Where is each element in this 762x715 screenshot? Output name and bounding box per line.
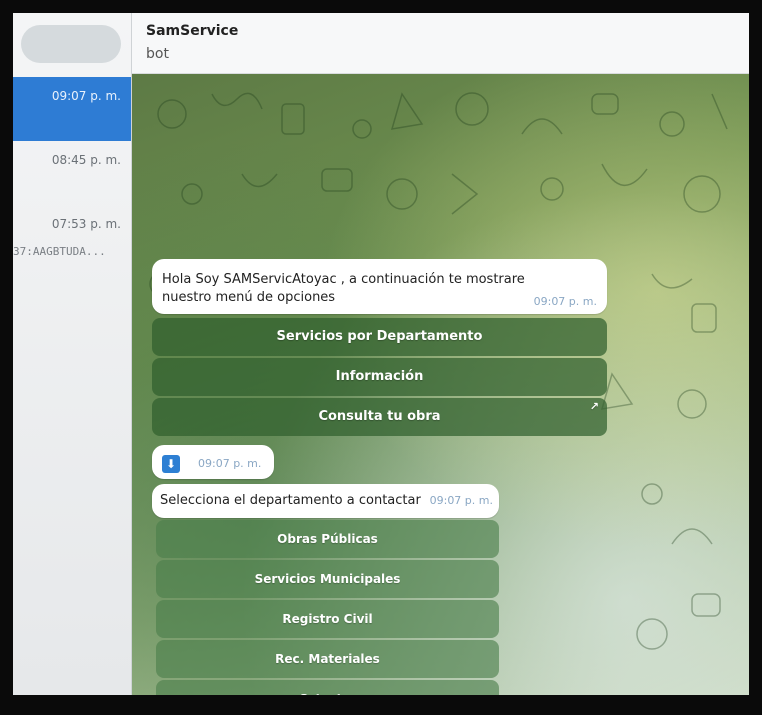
message-text: Selecciona el departamento a contactar bbox=[160, 493, 421, 508]
keyboard-button-servicios-municipales[interactable]: Servicios Municipales bbox=[156, 560, 499, 598]
telegram-window: 09:07 p. m. 08:45 p. m. 07:53 p. m. 37:A… bbox=[13, 13, 749, 695]
message-time: 09:07 p. m. bbox=[533, 295, 597, 308]
chat-time: 09:07 p. m. bbox=[51, 89, 121, 103]
chat-subtitle: bot bbox=[146, 46, 169, 62]
keyboard-button-catastro[interactable]: Catastro bbox=[156, 680, 499, 695]
keyboard-button-registro-civil[interactable]: Registro Civil bbox=[156, 600, 499, 638]
message-text: Hola Soy SAMServicAtoyac , a continuació… bbox=[162, 272, 525, 305]
chat-header[interactable]: SamService bot bbox=[132, 13, 749, 74]
keyboard-button-label: Consulta tu obra bbox=[318, 409, 441, 424]
arrow-up-right-icon: ↗ bbox=[589, 400, 599, 413]
chat-area: Hola Soy SAMServicAtoyac , a continuació… bbox=[132, 74, 749, 695]
chat-list-item[interactable]: 08:45 p. m. bbox=[13, 141, 131, 205]
message-bubble-file[interactable]: ⬇ 09:07 p. m. bbox=[152, 445, 274, 479]
chat-list-sidebar: 09:07 p. m. 08:45 p. m. 07:53 p. m. 37:A… bbox=[13, 13, 132, 695]
chat-time: 07:53 p. m. bbox=[51, 217, 121, 231]
keyboard-button-rec-materiales[interactable]: Rec. Materiales bbox=[156, 640, 499, 678]
message-bubble-greeting: Hola Soy SAMServicAtoyac , a continuació… bbox=[152, 259, 607, 314]
chat-list-item[interactable]: 07:53 p. m. 37:AAGBTUDA... bbox=[13, 205, 131, 269]
chat-list-item-samservice[interactable]: 09:07 p. m. bbox=[13, 77, 131, 141]
keyboard-button-obras-publicas[interactable]: Obras Públicas bbox=[156, 520, 499, 558]
chat-preview: 37:AAGBTUDA... bbox=[13, 245, 106, 258]
download-icon[interactable]: ⬇ bbox=[162, 455, 180, 473]
keyboard-button-consulta-tu-obra[interactable]: Consulta tu obra ↗ bbox=[152, 398, 607, 436]
message-bubble-department-prompt: Selecciona el departamento a contactar 0… bbox=[152, 484, 499, 518]
keyboard-button-informacion[interactable]: Información bbox=[152, 358, 607, 396]
chat-time: 08:45 p. m. bbox=[51, 153, 121, 167]
keyboard-button-servicios-por-departamento[interactable]: Servicios por Departamento bbox=[152, 318, 607, 356]
chat-title: SamService bbox=[146, 23, 239, 39]
message-time: 09:07 p. m. bbox=[198, 457, 262, 470]
search-input[interactable] bbox=[21, 25, 121, 63]
message-time: 09:07 p. m. bbox=[429, 494, 493, 507]
